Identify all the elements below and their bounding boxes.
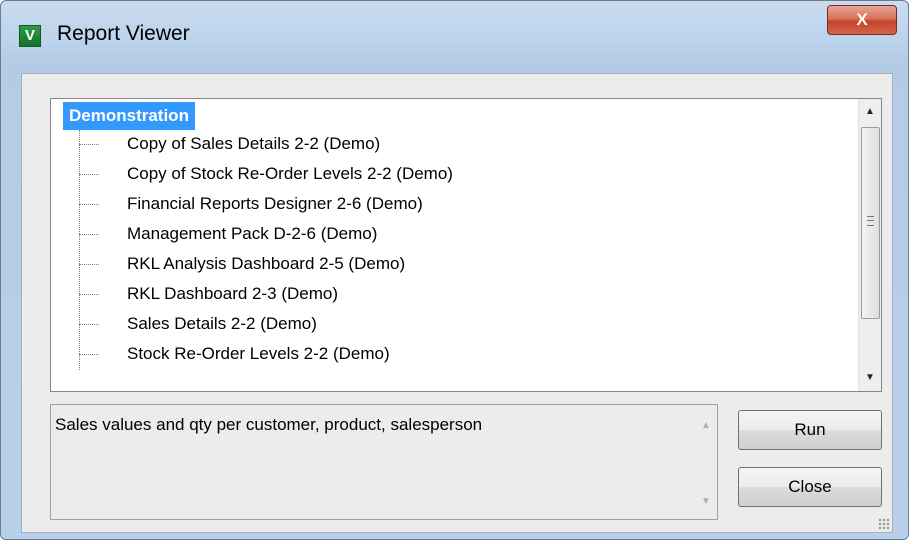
tree-root-demonstration[interactable]: Demonstration [63,102,195,130]
close-icon[interactable]: X [827,5,897,35]
description-text: Sales values and qty per customer, produ… [55,415,483,434]
app-icon: V [19,25,41,47]
tree-item[interactable]: RKL Dashboard 2-3 (Demo) [127,280,338,308]
scroll-up-icon[interactable]: ▲ [859,101,881,123]
tree-connector [79,234,99,235]
run-button[interactable]: Run [738,410,882,450]
tree-connector [79,324,99,325]
tree-item[interactable]: Financial Reports Designer 2-6 (Demo) [127,190,423,218]
tree-scrollbar[interactable]: ▲ ▼ [858,99,881,391]
grip-icon [867,216,874,226]
title-bar[interactable]: V Report Viewer X [1,1,908,73]
tree-item[interactable]: Copy of Sales Details 2-2 (Demo) [127,130,380,158]
scroll-down-icon[interactable]: ▼ [859,367,881,389]
tree-connector [79,144,99,145]
tree-item[interactable]: Copy of Stock Re-Order Levels 2-2 (Demo) [127,160,453,188]
tree-item[interactable]: Sales Details 2-2 (Demo) [127,310,317,338]
description-box[interactable]: Sales values and qty per customer, produ… [50,404,718,520]
close-button[interactable]: Close [738,467,882,507]
window-title: Report Viewer [57,22,190,45]
tree-connector [79,354,99,355]
report-tree[interactable]: Demonstration Copy of Sales Details 2-2 … [50,98,882,392]
tree-item[interactable]: Stock Re-Order Levels 2-2 (Demo) [127,340,390,368]
tree-item[interactable]: RKL Analysis Dashboard 2-5 (Demo) [127,250,405,278]
tree-connector [79,264,99,265]
tree-item[interactable]: Management Pack D-2-6 (Demo) [127,220,377,248]
description-scrollbar[interactable]: ▲ ▼ [695,405,717,519]
tree-guide-line [79,130,80,370]
resize-grip-icon[interactable] [878,518,890,530]
dialog-body: Demonstration Copy of Sales Details 2-2 … [21,73,893,533]
scroll-thumb[interactable] [861,127,880,319]
tree-connector [79,204,99,205]
report-viewer-window: V Report Viewer X Demonstration Copy of … [0,0,909,540]
scroll-up-icon[interactable]: ▲ [695,415,717,437]
scroll-down-icon[interactable]: ▼ [695,491,717,513]
tree-connector [79,174,99,175]
tree-connector [79,294,99,295]
